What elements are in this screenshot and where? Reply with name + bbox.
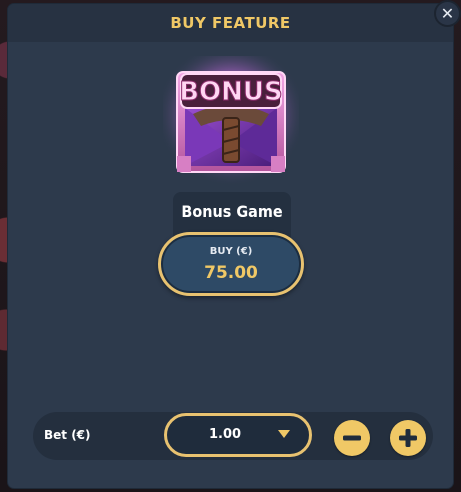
close-button[interactable]: ✕ — [434, 0, 461, 27]
close-icon: ✕ — [440, 4, 455, 23]
buy-button[interactable]: BUY (€) 75.00 — [158, 232, 304, 296]
decrease-bet-button[interactable] — [334, 420, 370, 456]
bonus-feature-image: BONUS — [163, 56, 299, 186]
increase-bet-button[interactable] — [390, 420, 426, 456]
plus-icon — [399, 429, 417, 447]
dialog-header: BUY FEATURE — [8, 4, 453, 42]
bonus-art-text: BONUS — [179, 77, 283, 107]
bet-dropdown[interactable]: 1.00 — [164, 413, 312, 457]
dialog-title: BUY FEATURE — [170, 14, 291, 32]
feature-name: Bonus Game — [181, 202, 283, 221]
minus-icon — [343, 435, 361, 441]
bet-label: Bet (€) — [44, 428, 91, 442]
bet-value: 1.00 — [209, 427, 242, 442]
buy-price: 75.00 — [204, 263, 258, 283]
buy-label: BUY (€) — [209, 246, 253, 257]
chevron-down-icon — [278, 430, 290, 438]
